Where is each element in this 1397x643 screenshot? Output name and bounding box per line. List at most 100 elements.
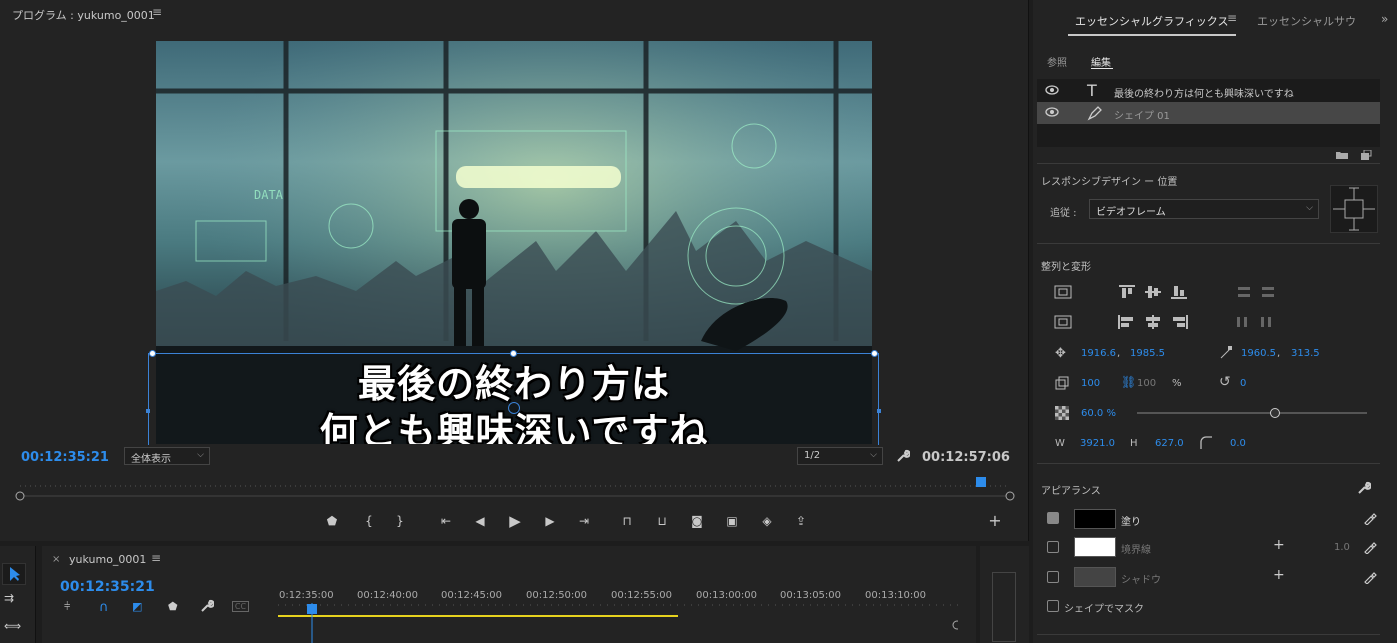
height-value[interactable]: 627.0: [1155, 438, 1184, 449]
more-panels-icon[interactable]: »: [1381, 12, 1388, 26]
selection-tool-icon[interactable]: [2, 563, 26, 585]
resolution-select[interactable]: 1/2 ⌵: [797, 447, 883, 465]
selection-handle[interactable]: [510, 350, 517, 357]
position-y-value[interactable]: 1985.5: [1130, 348, 1165, 359]
align-horizontal-center-icon[interactable]: [1144, 315, 1162, 329]
layer-text[interactable]: T 最後の終わり方は何とも興味深いですね: [1037, 80, 1380, 102]
add-marker-icon[interactable]: ⬟: [168, 600, 178, 613]
shadow-color-swatch[interactable]: [1074, 567, 1116, 587]
follow-select[interactable]: ビデオフレーム ⌵: [1089, 199, 1319, 219]
add-stroke-icon[interactable]: +: [1273, 537, 1285, 553]
anchor-point-icon: [1219, 346, 1233, 360]
add-shadow-icon[interactable]: +: [1273, 567, 1285, 583]
monitor-time-ruler[interactable]: [15, 476, 1015, 502]
scale-value[interactable]: 100: [1081, 378, 1100, 389]
compare-view-icon[interactable]: ▣: [724, 513, 740, 529]
mark-in-button[interactable]: {: [361, 513, 377, 529]
corner-radius-value[interactable]: 0.0: [1230, 438, 1246, 449]
lift-button[interactable]: ⊓: [619, 513, 635, 529]
opacity-slider[interactable]: [1137, 412, 1367, 414]
tab-browse[interactable]: 参照: [1047, 54, 1067, 69]
tab-essential-sound[interactable]: エッセンシャルサウンド: [1257, 13, 1357, 29]
pin-edges-widget[interactable]: [1330, 185, 1378, 233]
link-icon[interactable]: ⛓: [1121, 375, 1136, 389]
play-button[interactable]: ▶: [507, 513, 523, 529]
shadow-checkbox[interactable]: [1047, 571, 1059, 583]
timeline-ruler[interactable]: [278, 603, 958, 643]
stroke-width-value[interactable]: 1.0: [1334, 542, 1350, 553]
anchor-x-value[interactable]: 1960.5: [1241, 348, 1276, 359]
current-timecode[interactable]: 00:12:35:21: [21, 450, 109, 465]
shape-selection-box[interactable]: [148, 353, 879, 445]
layer-shape[interactable]: シェイプ 01: [1037, 102, 1380, 124]
folder-icon[interactable]: [1335, 150, 1349, 160]
fill-color-swatch[interactable]: [1074, 509, 1116, 529]
stroke-checkbox[interactable]: [1047, 541, 1059, 553]
linked-selection-icon[interactable]: ◩: [132, 600, 142, 613]
eyedropper-icon[interactable]: [1363, 511, 1377, 525]
fill-checkbox[interactable]: [1047, 512, 1059, 524]
divider: [1037, 463, 1380, 464]
export-frame-camera-icon[interactable]: ◙: [689, 513, 705, 529]
selection-handle[interactable]: [871, 350, 878, 357]
anchor-point-icon[interactable]: [508, 402, 520, 414]
align-bottom-icon[interactable]: [1170, 285, 1188, 299]
step-forward-button[interactable]: ▶: [542, 513, 558, 529]
selection-handle[interactable]: [877, 409, 881, 413]
go-to-in-button[interactable]: ⇤: [438, 513, 454, 529]
align-right-icon[interactable]: [1170, 315, 1188, 329]
stroke-color-swatch[interactable]: [1074, 537, 1116, 557]
opacity-slider-handle[interactable]: [1270, 408, 1280, 418]
panel-menu-icon[interactable]: ≡: [1227, 11, 1237, 25]
opacity-value[interactable]: 60.0 %: [1081, 408, 1116, 419]
align-left-icon[interactable]: [1118, 315, 1136, 329]
zoom-fit-select[interactable]: 全体表示 ⌵: [124, 447, 210, 465]
fill-label: 塗り: [1121, 517, 1141, 528]
distribute-horizontal-spacing-icon[interactable]: [1259, 315, 1277, 329]
step-back-button[interactable]: ◀: [472, 513, 488, 529]
distribute-vertical-icon[interactable]: [1235, 285, 1253, 299]
multicam-icon[interactable]: ◈: [759, 513, 775, 529]
selection-handle[interactable]: [149, 350, 156, 357]
selection-handle[interactable]: [146, 409, 150, 413]
program-monitor-title[interactable]: プログラム : yukumo_0001: [12, 7, 155, 23]
align-to-selection-icon[interactable]: [1054, 315, 1072, 329]
divider: [1037, 243, 1380, 244]
distribute-horizontal-icon[interactable]: [1235, 315, 1253, 329]
ripple-edit-tool-icon[interactable]: ⟺: [4, 619, 21, 633]
mark-out-button[interactable]: }: [392, 513, 408, 529]
anchor-y-value[interactable]: 313.5: [1291, 348, 1320, 359]
captions-icon[interactable]: CC: [232, 601, 249, 612]
eyedropper-icon[interactable]: [1363, 540, 1377, 554]
close-icon[interactable]: ×: [52, 554, 60, 565]
settings-wrench-icon[interactable]: [896, 449, 910, 463]
timeline-timecode[interactable]: 00:12:35:21: [60, 579, 155, 595]
sequence-tab[interactable]: yukumo_0001: [69, 553, 146, 566]
width-value[interactable]: 3921.0: [1080, 438, 1115, 449]
align-top-icon[interactable]: [1118, 285, 1136, 299]
go-to-out-button[interactable]: ⇥: [576, 513, 592, 529]
eye-icon[interactable]: [1045, 85, 1059, 95]
extract-button[interactable]: ⊔: [654, 513, 670, 529]
program-menu-icon[interactable]: ≡: [152, 5, 162, 19]
eye-icon[interactable]: [1045, 107, 1059, 117]
share-export-icon[interactable]: ⇪: [793, 513, 809, 529]
rotation-value[interactable]: 0: [1240, 378, 1246, 389]
add-button[interactable]: +: [987, 513, 1003, 529]
add-marker-button[interactable]: ⬟: [324, 513, 340, 529]
eyedropper-icon[interactable]: [1363, 570, 1377, 584]
snap-magnet-icon[interactable]: ∩: [99, 600, 109, 615]
sequence-menu-icon[interactable]: ≡: [151, 551, 161, 565]
align-vertical-center-icon[interactable]: [1144, 285, 1162, 299]
align-to-frame-icon[interactable]: [1054, 285, 1072, 299]
mask-with-shape-checkbox[interactable]: [1047, 600, 1059, 612]
insert-nest-icon[interactable]: ⫩: [64, 600, 70, 614]
tab-edit[interactable]: 編集: [1091, 54, 1111, 69]
track-select-tool-icon[interactable]: ⇉: [4, 591, 14, 605]
tab-essential-graphics[interactable]: エッセンシャルグラフィックス: [1075, 13, 1228, 29]
timeline-settings-wrench-icon[interactable]: [200, 599, 214, 613]
distribute-vertical-spacing-icon[interactable]: [1259, 285, 1277, 299]
new-layer-icon[interactable]: [1360, 150, 1372, 161]
position-x-value[interactable]: 1916.6: [1081, 348, 1116, 359]
appearance-wrench-icon[interactable]: [1357, 481, 1371, 495]
